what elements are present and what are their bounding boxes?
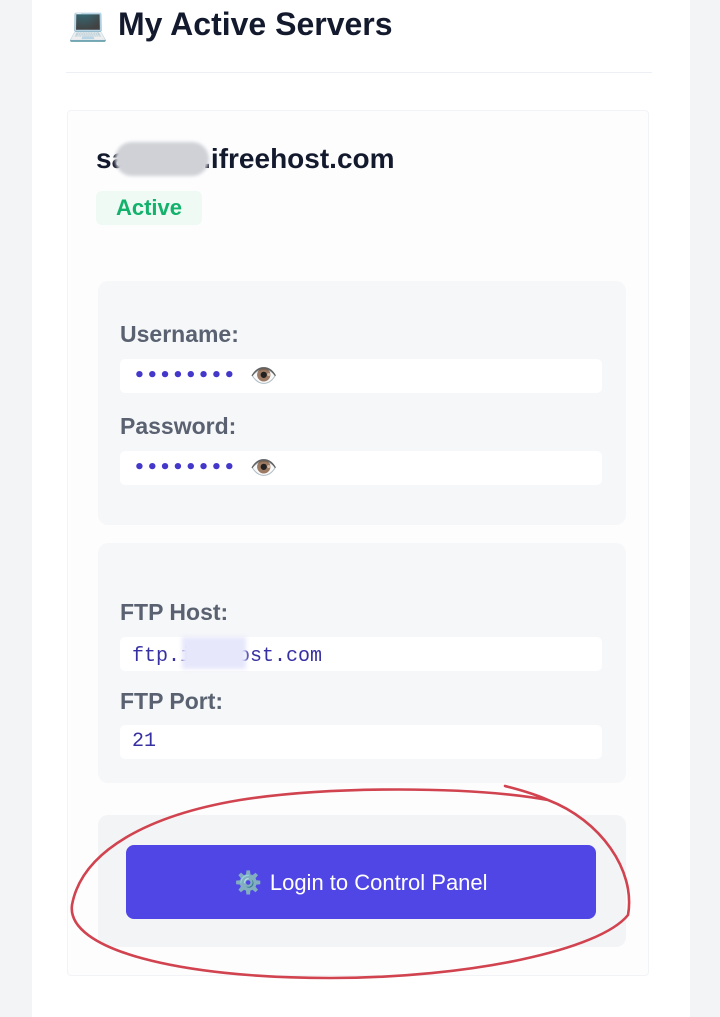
ftp-port-field: 21 (120, 725, 602, 759)
ftp-host-suffix: ost.com (238, 645, 323, 668)
server-domain: sa .ifreehost.com (96, 141, 395, 177)
login-button-label: Login to Control Panel (269, 870, 488, 895)
ftp-host-label: FTP Host: (120, 599, 229, 625)
login-control-panel-button[interactable]: ⚙️ Login to Control Panel (126, 845, 596, 919)
username-label: Username: (120, 321, 239, 347)
status-badge: Active (96, 191, 202, 225)
login-section: ⚙️ Login to Control Panel (98, 815, 626, 947)
ftp-section: FTP Host: ftp.i ost.com FTP Port: 21 (98, 543, 626, 783)
page-title: My Active Servers (118, 6, 393, 42)
ftp-host-field: ftp.i ost.com (120, 637, 602, 671)
ftp-port-value: 21 (132, 730, 157, 753)
laptop-icon: 💻 (68, 6, 108, 42)
gear-icon: ⚙️ (234, 870, 262, 895)
password-masked-value: •••••••• (134, 457, 237, 478)
password-field: •••••••• 👁️ (120, 451, 602, 485)
page-container: 💻 My Active Servers sa .ifreehost.com Act… (32, 0, 690, 1017)
password-label: Password: (120, 413, 237, 439)
username-masked-value: •••••••• (134, 365, 237, 386)
redacted-blur (115, 142, 210, 176)
server-card: sa .ifreehost.com Active Username: ••••••… (67, 110, 649, 976)
page-header: 💻 My Active Servers (66, 0, 652, 73)
ftp-host-value: ftp.i ost.com (132, 637, 322, 674)
server-domain-suffix: .ifreehost.com (203, 143, 395, 174)
eye-icon[interactable]: 👁️ (250, 451, 277, 485)
eye-icon[interactable]: 👁️ (250, 359, 277, 393)
username-field: •••••••• 👁️ (120, 359, 602, 393)
redacted-blur (182, 637, 247, 669)
credentials-section: Username: •••••••• 👁️ Password: ••••••••… (98, 281, 626, 525)
ftp-port-label: FTP Port: (120, 688, 224, 714)
